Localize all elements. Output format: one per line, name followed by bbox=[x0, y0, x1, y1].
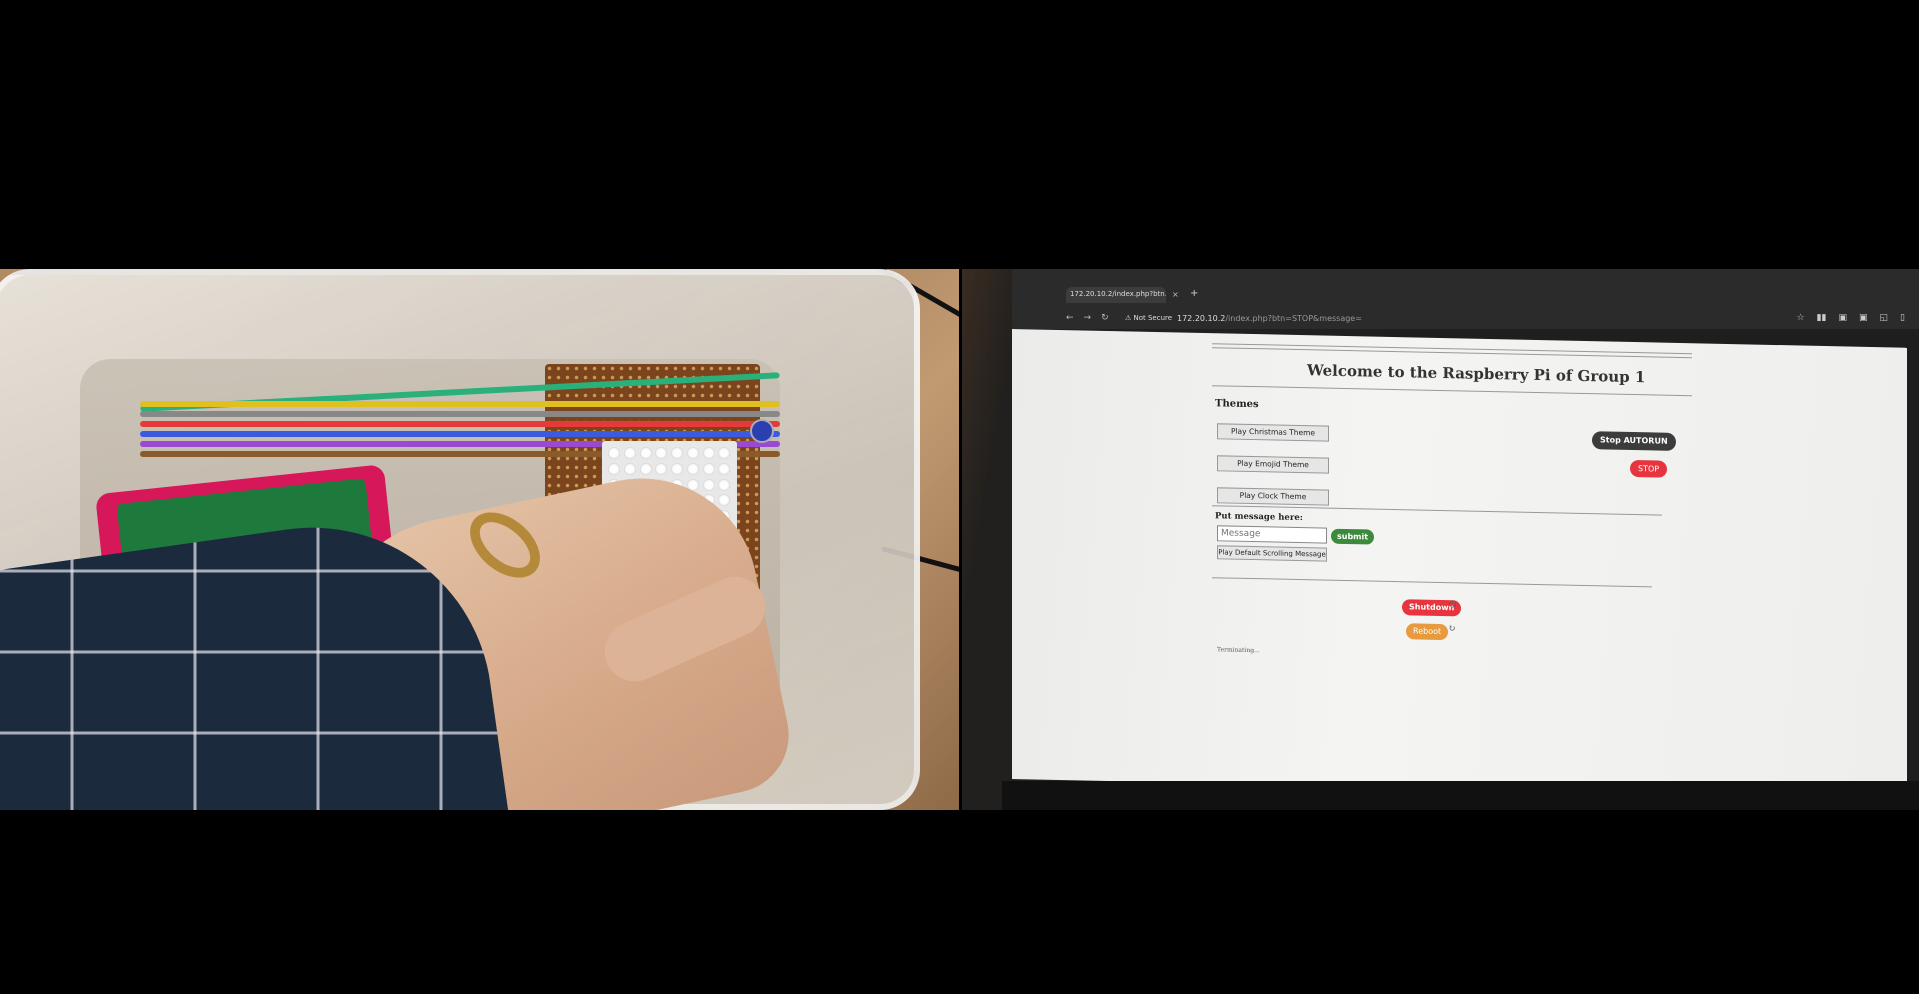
led-dot bbox=[671, 447, 683, 459]
emoji-theme-button[interactable]: Play Emojid Theme bbox=[1217, 455, 1329, 474]
toolbar-icons: ☆ ▮▮ ▣ ▣ ◱ ▯ bbox=[1797, 313, 1905, 323]
led-dot bbox=[702, 447, 715, 459]
led-dot bbox=[702, 478, 715, 491]
led-dot bbox=[686, 447, 699, 459]
hardware-photo bbox=[0, 269, 959, 810]
web-page: Welcome to the Raspberry Pi of Group 1 T… bbox=[1012, 329, 1907, 798]
status-text: Terminating... bbox=[1217, 646, 1260, 655]
led-dot bbox=[718, 494, 731, 507]
reboot-icon: ↻ bbox=[1448, 624, 1456, 635]
extension-icon[interactable]: ▮▮ bbox=[1817, 313, 1827, 323]
address-bar[interactable]: 172.20.10.2/index.php?btn=STOP&message= bbox=[1177, 314, 1362, 323]
led-dot bbox=[718, 462, 731, 475]
laptop-bottom-bezel bbox=[1002, 781, 1919, 810]
led-dot bbox=[671, 462, 683, 475]
led-dot bbox=[686, 462, 699, 475]
extension-icon[interactable]: ▣ bbox=[1859, 313, 1868, 323]
led-dot bbox=[623, 462, 636, 475]
reload-icon[interactable]: ↻ bbox=[1101, 313, 1109, 323]
back-icon[interactable]: ← bbox=[1066, 313, 1074, 323]
stop-button[interactable]: STOP bbox=[1630, 459, 1668, 478]
led-dot bbox=[623, 447, 636, 459]
tab-close-icon[interactable]: × bbox=[1172, 290, 1179, 299]
forward-icon[interactable]: → bbox=[1084, 313, 1092, 323]
bookmark-star-icon[interactable]: ☆ bbox=[1797, 313, 1805, 323]
page-title: Welcome to the Raspberry Pi of Group 1 bbox=[1307, 361, 1646, 387]
sidebar-icon[interactable]: ▯ bbox=[1900, 313, 1905, 323]
submit-button[interactable]: submit bbox=[1331, 528, 1375, 545]
clock-theme-button[interactable]: Play Clock Theme bbox=[1217, 487, 1329, 506]
christmas-theme-button[interactable]: Play Christmas Theme bbox=[1217, 423, 1329, 442]
led-dot bbox=[639, 447, 652, 459]
url-path: /index.php?btn=STOP&message= bbox=[1225, 314, 1362, 323]
capacitor bbox=[750, 419, 774, 443]
led-dot bbox=[608, 447, 620, 459]
led-dot bbox=[639, 462, 652, 475]
power-icon: ⏻ bbox=[1449, 600, 1457, 611]
extension-icon[interactable]: ◱ bbox=[1880, 313, 1889, 323]
extension-icon[interactable]: ▣ bbox=[1839, 313, 1848, 323]
laptop-screen-photo: 172.20.10.2/index.php?btn... × + ← → ↻ ⚠… bbox=[962, 269, 1919, 810]
not-secure-badge[interactable]: ⚠ Not Secure bbox=[1125, 314, 1172, 322]
default-scroll-button[interactable]: Play Default Scrolling Message bbox=[1217, 545, 1327, 562]
themes-heading: Themes bbox=[1215, 398, 1259, 411]
browser-tab[interactable]: 172.20.10.2/index.php?btn... bbox=[1066, 287, 1166, 303]
browser-chrome: 172.20.10.2/index.php?btn... × + ← → ↻ ⚠… bbox=[1012, 269, 1919, 329]
divider bbox=[1212, 577, 1652, 588]
url-host: 172.20.10.2 bbox=[1177, 314, 1226, 323]
led-dot bbox=[702, 462, 715, 475]
led-dot bbox=[718, 478, 731, 491]
divider bbox=[1212, 385, 1692, 397]
message-input[interactable] bbox=[1217, 525, 1327, 544]
reboot-button[interactable]: Reboot bbox=[1406, 623, 1449, 641]
led-dot bbox=[608, 462, 620, 475]
message-heading: Put message here: bbox=[1215, 511, 1303, 524]
led-dot bbox=[655, 447, 668, 459]
nav-buttons: ← → ↻ bbox=[1066, 313, 1109, 323]
led-dot bbox=[718, 447, 731, 459]
page-content: Welcome to the Raspberry Pi of Group 1 T… bbox=[1212, 333, 1762, 795]
led-dot bbox=[655, 462, 668, 475]
new-tab-icon[interactable]: + bbox=[1190, 288, 1198, 299]
stop-autorun-button[interactable]: Stop AUTORUN bbox=[1592, 431, 1676, 451]
